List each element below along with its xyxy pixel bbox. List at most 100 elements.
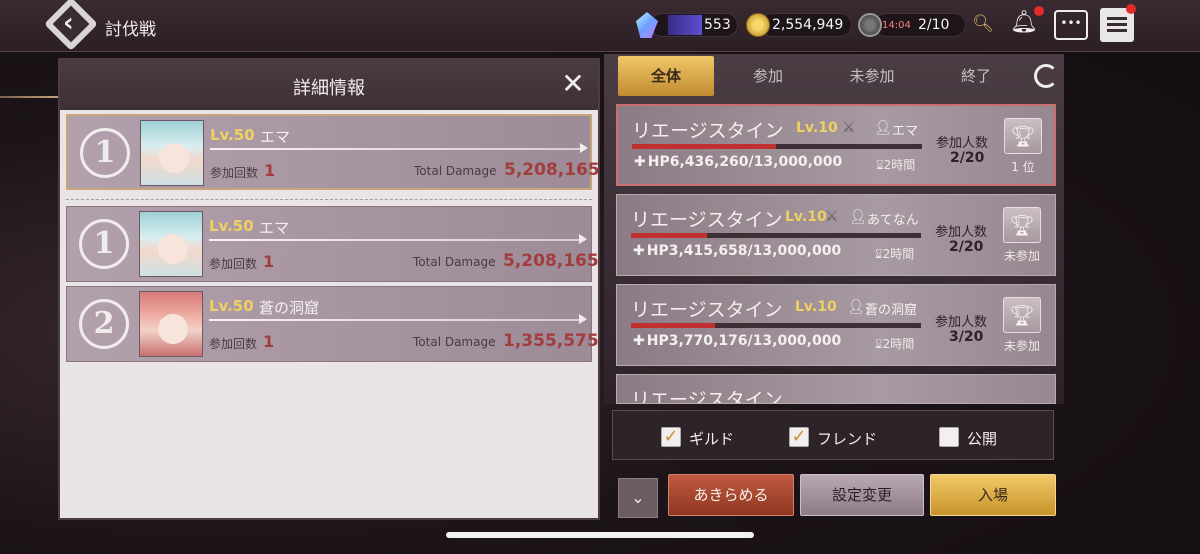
trophy-icon: 🏆︎: [1003, 297, 1041, 333]
rank-medal: 1: [79, 219, 129, 269]
damage-value: 5,208,165: [504, 160, 600, 180]
damage-label: Total Damage: [413, 335, 496, 349]
raid-card[interactable]: リエージスタイン Lv.10 ⚔ 👤︎ あてなん ✚ HP3,415,658/13…: [616, 194, 1056, 276]
count-label: 参加回数: [210, 166, 259, 180]
hp-fill: [631, 323, 716, 328]
raid-title: リエージスタイン: [632, 120, 784, 142]
screen-title: 討伐戦: [105, 20, 156, 40]
player-name: エマ: [260, 128, 291, 146]
raid-title: リエージスタイン: [631, 389, 783, 404]
rank-row: 1 Lv.50 エマ 参加回数 1 Total Damage 5,208,165: [66, 114, 600, 190]
tab-bar: 全体 参加 未参加 終了: [604, 54, 1064, 100]
rank-row: 2 Lv.50 蒼の洞窟 参加回数 1 Total Damage 1,355,5…: [66, 286, 599, 362]
stamina-icon: [858, 13, 882, 37]
sword-icon: ⚔: [842, 118, 856, 136]
avatar: [140, 120, 204, 186]
sword-icon: ⚔: [825, 207, 839, 225]
player-level: Lv.50: [209, 217, 254, 235]
damage-label: Total Damage: [414, 164, 497, 178]
participants-label: 参加人数: [936, 136, 989, 151]
guild-label: ギルド: [689, 430, 735, 448]
change-settings-button[interactable]: 設定変更: [800, 474, 924, 516]
hp-fill: [631, 233, 708, 238]
search-icon[interactable]: 🔍︎: [972, 14, 994, 36]
count-value: 1: [264, 161, 276, 180]
raid-level: Lv.10: [796, 120, 838, 136]
friend-label: フレンド: [817, 430, 878, 448]
rank-row: 1 Lv.50 エマ 参加回数 1 Total Damage 5,208,165: [66, 206, 599, 282]
tab-joined[interactable]: 参加: [720, 56, 816, 96]
give-up-button[interactable]: あきらめる: [668, 474, 794, 516]
raid-card-partial[interactable]: リエージスタイン: [616, 374, 1056, 404]
bell-icon[interactable]: 🔔︎: [1010, 10, 1038, 40]
collapse-button[interactable]: ⌄: [618, 478, 658, 518]
damage-label: Total Damage: [413, 255, 496, 269]
participants-label: 参加人数: [935, 225, 988, 240]
home-indicator[interactable]: [446, 532, 754, 538]
public-label: 公開: [967, 430, 998, 448]
hp-text: ✚ HP6,436,260/13,000,000: [634, 154, 843, 170]
timer: ⌛︎2時間: [876, 158, 916, 172]
hp-text: ✚ HP3,770,176/13,000,000: [633, 333, 842, 349]
raid-status: 未参加: [1003, 339, 1040, 353]
enter-button[interactable]: 入場: [930, 474, 1056, 516]
tab-finished[interactable]: 終了: [928, 56, 1024, 96]
trophy-icon: 🏆︎: [1004, 118, 1042, 154]
raid-owner: エマ: [892, 124, 919, 139]
detail-panel: 詳細情報 ✕ 1 Lv.50 エマ 参加回数 1 Total Damage 5,…: [58, 58, 600, 520]
close-button[interactable]: ✕: [556, 68, 590, 102]
hp-fill: [632, 144, 776, 149]
participants-value: 2/20: [950, 150, 985, 166]
detail-title: 詳細情報: [293, 78, 365, 99]
chat-icon[interactable]: •••: [1054, 10, 1088, 40]
refresh-icon[interactable]: [1034, 64, 1058, 88]
hp-bar: [631, 233, 921, 238]
back-arrow-icon: ‹: [63, 8, 74, 38]
hp-text: ✚ HP3,415,658/13,000,000: [633, 243, 842, 259]
player-level: Lv.50: [210, 126, 255, 144]
coin-icon: [746, 13, 770, 37]
raid-status: 未参加: [1003, 249, 1040, 263]
user-icon: 👤︎: [874, 120, 892, 136]
tab-not-joined[interactable]: 未参加: [824, 56, 920, 96]
count-value: 1: [263, 252, 275, 271]
hp-bar: [632, 144, 922, 149]
raid-card[interactable]: リエージスタイン Lv.10 ⚔ 👤︎ エマ ✚ HP6,436,260/13,0…: [616, 104, 1056, 186]
crystal-bar: [668, 15, 702, 35]
divider: [66, 199, 592, 202]
rank-medal: 1: [80, 128, 130, 178]
crystal-value: 553: [704, 17, 731, 33]
user-icon: 👤︎: [849, 209, 867, 225]
raid-owner: 蒼の洞窟: [865, 303, 918, 318]
timer: ⌛︎2時間: [875, 247, 915, 261]
menu-notification-dot: [1126, 4, 1136, 14]
timer: ⌛︎2時間: [875, 337, 915, 351]
stamina-value: 2/10: [918, 17, 950, 33]
hourglass-icon: ⌛︎: [876, 158, 884, 172]
avatar: [139, 211, 203, 277]
raid-level: Lv.10: [785, 209, 827, 225]
participants-value: 3/20: [949, 329, 984, 345]
friend-checkbox[interactable]: ✓: [789, 427, 809, 447]
raid-title: リエージスタイン: [631, 299, 783, 321]
notification-dot: [1034, 6, 1044, 16]
avatar: [139, 291, 203, 357]
count-label: 参加回数: [209, 337, 258, 351]
raid-title: リエージスタイン: [631, 209, 783, 231]
raid-card[interactable]: リエージスタイン Lv.10 👤︎ 蒼の洞窟 ✚ HP3,770,176/13,0…: [616, 284, 1056, 366]
stamina-timer: 14:04: [882, 20, 911, 31]
raid-owner: あてなん: [867, 213, 919, 228]
participants-value: 2/20: [949, 239, 984, 255]
guild-checkbox[interactable]: ✓: [661, 427, 681, 447]
raid-status: 1 位: [1011, 160, 1035, 174]
coin-value: 2,554,949: [772, 17, 844, 33]
decor-line: [0, 96, 60, 98]
tab-all[interactable]: 全体: [618, 56, 714, 96]
player-level: Lv.50: [209, 297, 254, 315]
hp-bar: [631, 323, 921, 328]
damage-value: 5,208,165: [503, 251, 599, 271]
filter-box: ✓ ギルド ✓ フレンド ✓ 公開: [612, 410, 1054, 460]
player-name: エマ: [259, 219, 290, 237]
count-label: 参加回数: [209, 257, 258, 271]
public-checkbox[interactable]: ✓: [939, 427, 959, 447]
